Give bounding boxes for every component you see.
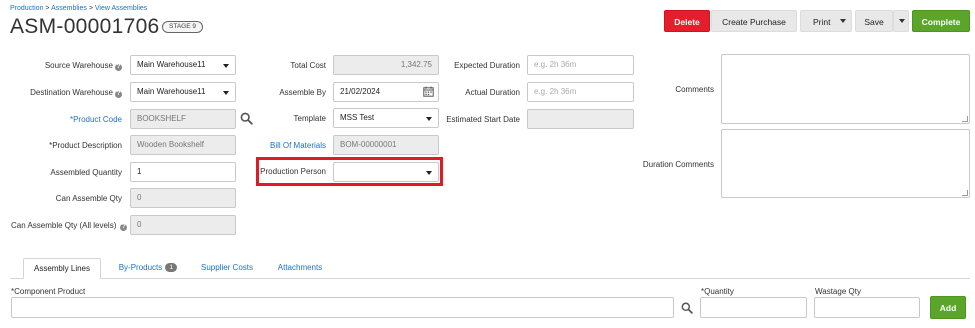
comments-label: Comments bbox=[675, 85, 714, 94]
component-product-label: *Component Product bbox=[11, 287, 86, 296]
breadcrumb-separator: > bbox=[45, 5, 50, 12]
comments-textarea[interactable] bbox=[721, 54, 970, 124]
component-product-input[interactable] bbox=[11, 297, 674, 318]
tab-assembly-lines[interactable]: Assembly Lines bbox=[23, 258, 101, 279]
tab-by-products[interactable]: By-Products 1 bbox=[108, 258, 188, 279]
duration-comments-textarea[interactable] bbox=[721, 129, 970, 198]
quantity-input[interactable] bbox=[700, 297, 807, 318]
tab-by-products-label: By-Products bbox=[118, 263, 163, 272]
can-assemble-qty-all-field: 0 bbox=[130, 215, 236, 235]
template-label: Template bbox=[293, 114, 326, 123]
bill-of-materials-link[interactable]: Bill Of Materials bbox=[270, 141, 326, 150]
actual-duration-label: Actual Duration bbox=[465, 88, 520, 97]
chevron-down-icon bbox=[894, 10, 910, 32]
save-button[interactable]: Save bbox=[855, 10, 893, 32]
help-icon[interactable]: ? bbox=[115, 64, 122, 71]
delete-button[interactable]: Delete bbox=[664, 10, 710, 32]
print-button[interactable]: Print bbox=[800, 10, 852, 32]
create-purchase-button[interactable]: Create Purchase bbox=[711, 10, 797, 32]
by-products-count-badge: 1 bbox=[165, 263, 178, 272]
wastage-qty-label: Wastage Qty bbox=[815, 287, 861, 296]
assemble-by-value: 21/02/2024 bbox=[340, 87, 381, 96]
search-icon[interactable] bbox=[240, 112, 253, 125]
search-icon[interactable] bbox=[681, 302, 693, 314]
destination-warehouse-select[interactable]: Main Warehouse11 bbox=[130, 82, 236, 102]
help-icon[interactable]: ? bbox=[120, 224, 128, 231]
destination-warehouse-label: Destination Warehouse? bbox=[30, 88, 122, 98]
estimated-start-date-label: Estimated Start Date bbox=[446, 115, 520, 124]
product-code-field[interactable]: BOOKSHELF bbox=[130, 109, 236, 129]
template-select[interactable]: MSS Test bbox=[333, 108, 439, 128]
product-description-label: *Product Description bbox=[49, 141, 122, 150]
save-options-button[interactable] bbox=[893, 10, 909, 32]
total-cost-label: Total Cost bbox=[290, 61, 326, 70]
tab-supplier-costs[interactable]: Supplier Costs bbox=[195, 258, 259, 279]
product-code-label[interactable]: *Product Code bbox=[70, 115, 122, 124]
production-person-select[interactable] bbox=[333, 162, 439, 182]
duration-comments-label: Duration Comments bbox=[642, 160, 714, 169]
expected-duration-label: Expected Duration bbox=[454, 61, 520, 70]
expected-duration-field[interactable]: e.g. 2h 36m bbox=[527, 55, 634, 75]
actual-duration-field[interactable]: e.g. 2h 36m bbox=[527, 82, 634, 102]
assembled-quantity-field[interactable]: 1 bbox=[130, 162, 236, 182]
help-icon[interactable]: ? bbox=[115, 91, 122, 98]
assemble-by-label: Assemble By bbox=[279, 88, 326, 97]
complete-button[interactable]: Complete bbox=[912, 10, 970, 32]
source-warehouse-select[interactable]: Main Warehouse11 bbox=[130, 55, 236, 75]
assembled-quantity-label: Assembled Quantity bbox=[50, 168, 122, 177]
wastage-qty-input[interactable] bbox=[814, 297, 920, 318]
breadcrumb: Production > Assemblies > View Assemblie… bbox=[10, 5, 147, 12]
can-assemble-qty-field: 0 bbox=[130, 188, 236, 208]
can-assemble-qty-all-label: Can Assemble Qty (All levels)? bbox=[11, 221, 128, 231]
total-cost-field: 1,342.75 bbox=[333, 55, 439, 75]
can-assemble-qty-label: Can Assemble Qty bbox=[55, 194, 122, 203]
add-button[interactable]: Add bbox=[930, 296, 966, 319]
breadcrumb-assemblies[interactable]: Assemblies bbox=[51, 5, 87, 12]
stage-badge: STAGE 9 bbox=[162, 21, 203, 33]
print-button-label: Print bbox=[813, 17, 831, 27]
quantity-label: *Quantity bbox=[701, 287, 734, 296]
product-description-field[interactable]: Wooden Bookshelf bbox=[130, 135, 236, 155]
page-title: ASM-00001706 bbox=[10, 15, 160, 38]
breadcrumb-production[interactable]: Production bbox=[10, 5, 43, 12]
chevron-down-icon bbox=[835, 10, 851, 32]
production-person-label: Production Person bbox=[260, 167, 326, 176]
source-warehouse-label: Source Warehouse? bbox=[44, 61, 122, 71]
tab-attachments[interactable]: Attachments bbox=[272, 258, 328, 279]
estimated-start-date-field bbox=[527, 109, 634, 129]
bill-of-materials-field: BOM-00000001 bbox=[333, 135, 439, 155]
calendar-icon[interactable] bbox=[423, 86, 434, 97]
breadcrumb-separator: > bbox=[88, 5, 93, 12]
assemble-by-field[interactable]: 21/02/2024 bbox=[333, 82, 439, 102]
breadcrumb-view-assemblies[interactable]: View Assemblies bbox=[95, 5, 147, 12]
